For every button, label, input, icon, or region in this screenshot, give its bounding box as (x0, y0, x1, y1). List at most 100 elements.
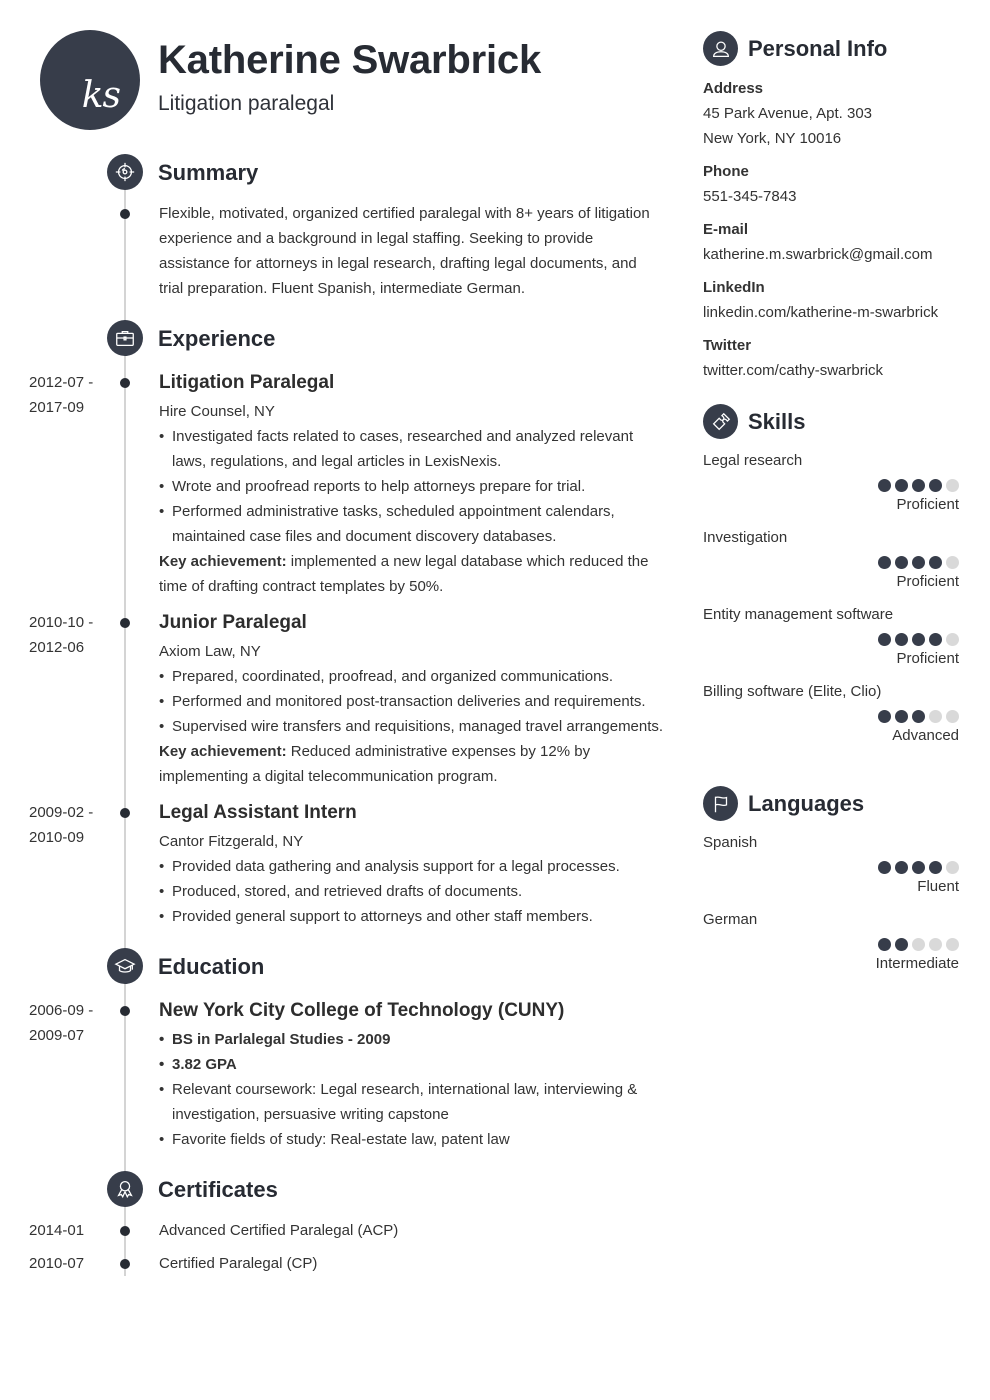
education-bullets: BS in Parlalegal Studies - 2009 3.82 GPA… (159, 1027, 669, 1152)
rating-dot-filled (878, 710, 891, 723)
job-title: Litigation Paralegal (159, 372, 335, 393)
language-name: German (703, 911, 758, 928)
rating-dot-empty (946, 861, 959, 874)
job-company: Hire Counsel, NY (159, 403, 275, 420)
skill-level: Proficient (896, 650, 959, 667)
address-line1: 45 Park Avenue, Apt. 303 (703, 105, 873, 122)
award-ribbon-icon (107, 1171, 143, 1207)
linkedin-value[interactable]: linkedin.com/katherine-m-swarbrick (703, 300, 959, 325)
address-label: Address (703, 80, 764, 97)
skill-level: Advanced (892, 727, 959, 744)
job-company: Cantor Fitzgerald, NY (159, 833, 304, 850)
skill-name: Investigation (703, 529, 788, 546)
email-label: E-mail (703, 221, 749, 238)
personal-info: Address 45 Park Avenue, Apt. 303 New Yor… (703, 76, 959, 383)
rating-dot-filled (895, 938, 908, 951)
rating-dot-empty (946, 479, 959, 492)
rating-dot-empty (946, 556, 959, 569)
coursework: Relevant coursework: Legal research, int… (159, 1077, 669, 1127)
certificate-date: 2014-01 (29, 1222, 85, 1239)
job-bullet: Provided general support to attorneys an… (159, 904, 669, 929)
twitter-label: Twitter (703, 337, 752, 354)
user-icon (703, 31, 738, 66)
language-rating (703, 861, 959, 874)
phone-label: Phone (703, 163, 749, 180)
date-end: 2017-09 (29, 399, 85, 416)
summary-text: Flexible, motivated, organized certified… (159, 205, 650, 297)
timeline-dot (120, 808, 130, 818)
skills-heading: Skills (748, 409, 806, 434)
rating-dot-filled (912, 861, 925, 874)
education-date: 2006-09 - 2009-07 (29, 998, 93, 1048)
twitter-value[interactable]: twitter.com/cathy-swarbrick (703, 358, 959, 383)
puzzle-piece-icon (703, 404, 738, 439)
date-end: 2009-07 (29, 1027, 85, 1044)
job-bullet: Prepared, coordinated, proofread, and or… (159, 664, 679, 689)
job-bullet: Supervised wire transfers and requisitio… (159, 714, 679, 739)
rating-dot-filled (929, 861, 942, 874)
favorite-fields: Favorite fields of study: Real-estate la… (159, 1127, 669, 1152)
job-title: Legal Assistant Intern (159, 802, 357, 823)
rating-dot-empty (946, 710, 959, 723)
job-bullets: Investigated facts related to cases, res… (159, 424, 669, 549)
rating-dot-filled (929, 556, 942, 569)
timeline-dot (120, 1259, 130, 1269)
job-bullet: Performed and monitored post-transaction… (159, 689, 679, 714)
skill-name: Entity management software (703, 606, 894, 623)
rating-dot-filled (878, 479, 891, 492)
education-heading: Education (158, 954, 265, 979)
date-start: 2006-09 - (29, 1002, 94, 1019)
address-line2: New York, NY 10016 (703, 130, 842, 147)
rating-dot-filled (878, 861, 891, 874)
rating-dot-empty (946, 633, 959, 646)
rating-dot-empty (912, 938, 925, 951)
job-bullets: Provided data gathering and analysis sup… (159, 854, 669, 929)
personal-info-heading: Personal Info (748, 36, 888, 61)
skill-item: Billing software (Elite, Clio) Advanced (703, 682, 959, 746)
timeline-dot (120, 618, 130, 628)
rating-dot-filled (929, 633, 942, 646)
skill-level: Proficient (896, 496, 959, 513)
language-item: German Intermediate (703, 910, 959, 974)
education-entry: New York City College of Technology (CUN… (159, 998, 669, 1152)
job-entry: Legal Assistant Intern Cantor Fitzgerald… (159, 800, 669, 929)
rating-dot-filled (895, 710, 908, 723)
job-bullet: Provided data gathering and analysis sup… (159, 854, 669, 879)
date-start: 2010-10 - (29, 614, 94, 631)
skill-rating (703, 556, 959, 569)
rating-dot-empty (929, 710, 942, 723)
timeline-dot (120, 1006, 130, 1016)
timeline-dot (120, 378, 130, 388)
rating-dot-filled (929, 479, 942, 492)
skill-name: Billing software (Elite, Clio) (703, 683, 882, 700)
linkedin-label: LinkedIn (703, 279, 765, 296)
achievement-label: Key achievement: (159, 743, 287, 760)
achievement-label: Key achievement: (159, 553, 287, 570)
certificate-date: 2010-07 (29, 1255, 85, 1272)
rating-dot-filled (895, 861, 908, 874)
target-icon (107, 154, 143, 190)
experience-heading: Experience (158, 326, 276, 351)
school-name: New York City College of Technology (CUN… (159, 1000, 565, 1021)
job-date: 2012-07 - 2017-09 (29, 370, 93, 420)
key-achievement: Key achievement: implemented a new legal… (159, 549, 669, 599)
job-bullet: Wrote and proofread reports to help atto… (159, 474, 669, 499)
job-company: Axiom Law, NY (159, 643, 261, 660)
briefcase-icon (107, 320, 143, 356)
email-value[interactable]: katherine.m.swarbrick@gmail.com (703, 242, 959, 267)
date-start: 2009-02 - (29, 804, 94, 821)
flag-icon (703, 786, 738, 821)
skill-rating (703, 479, 959, 492)
date-start: 2012-07 - (29, 374, 94, 391)
rating-dot-filled (912, 633, 925, 646)
job-bullet: Produced, stored, and retrieved drafts o… (159, 879, 669, 904)
key-achievement: Key achievement: Reduced administrative … (159, 739, 619, 789)
skill-item: Entity management software Proficient (703, 605, 959, 669)
language-level: Fluent (917, 878, 959, 895)
skill-level: Proficient (896, 573, 959, 590)
degree: BS in Parlalegal Studies - 2009 (159, 1027, 669, 1052)
job-bullet: Investigated facts related to cases, res… (159, 424, 669, 474)
certificate-name: Advanced Certified Paralegal (ACP) (159, 1222, 399, 1239)
rating-dot-filled (895, 633, 908, 646)
rating-dot-filled (912, 710, 925, 723)
